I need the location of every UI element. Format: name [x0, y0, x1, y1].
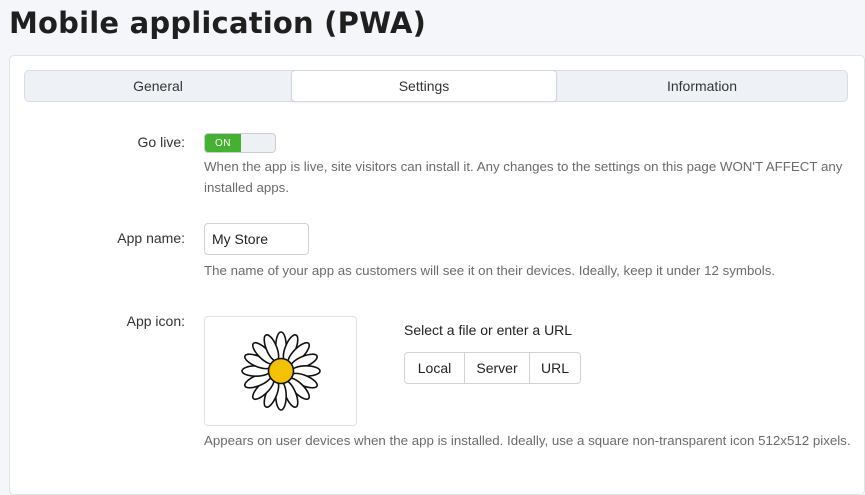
select-source-title: Select a file or enter a URL — [404, 322, 573, 338]
app-icon-label: App icon: — [126, 313, 185, 329]
app-name-label: App name: — [117, 230, 185, 246]
source-button-group: Local Server URL — [404, 352, 581, 384]
app-icon-preview[interactable] — [204, 316, 357, 426]
app-name-input[interactable] — [204, 223, 309, 255]
go-live-help: When the app is live, site visitors can … — [204, 159, 843, 195]
local-button[interactable]: Local — [405, 353, 464, 383]
url-button[interactable]: URL — [529, 353, 580, 383]
tab-general[interactable]: General — [25, 71, 291, 101]
tab-information[interactable]: Information — [557, 71, 847, 101]
app-name-help: The name of your app as customers will s… — [204, 263, 776, 278]
server-button[interactable]: Server — [464, 353, 529, 383]
toggle-on-state: ON — [205, 134, 241, 152]
app-icon-help: Appears on user devices when the app is … — [204, 433, 851, 448]
go-live-label: Go live: — [137, 134, 185, 150]
page-title: Mobile application (PWA) — [9, 6, 427, 40]
tab-bar: General Settings Information — [24, 70, 848, 102]
go-live-toggle[interactable]: ON — [204, 133, 276, 153]
daisy-icon — [240, 331, 321, 411]
settings-panel: General Settings Information Go live: ON… — [9, 55, 865, 495]
tab-settings[interactable]: Settings — [291, 70, 557, 102]
daisy-center — [267, 357, 294, 385]
